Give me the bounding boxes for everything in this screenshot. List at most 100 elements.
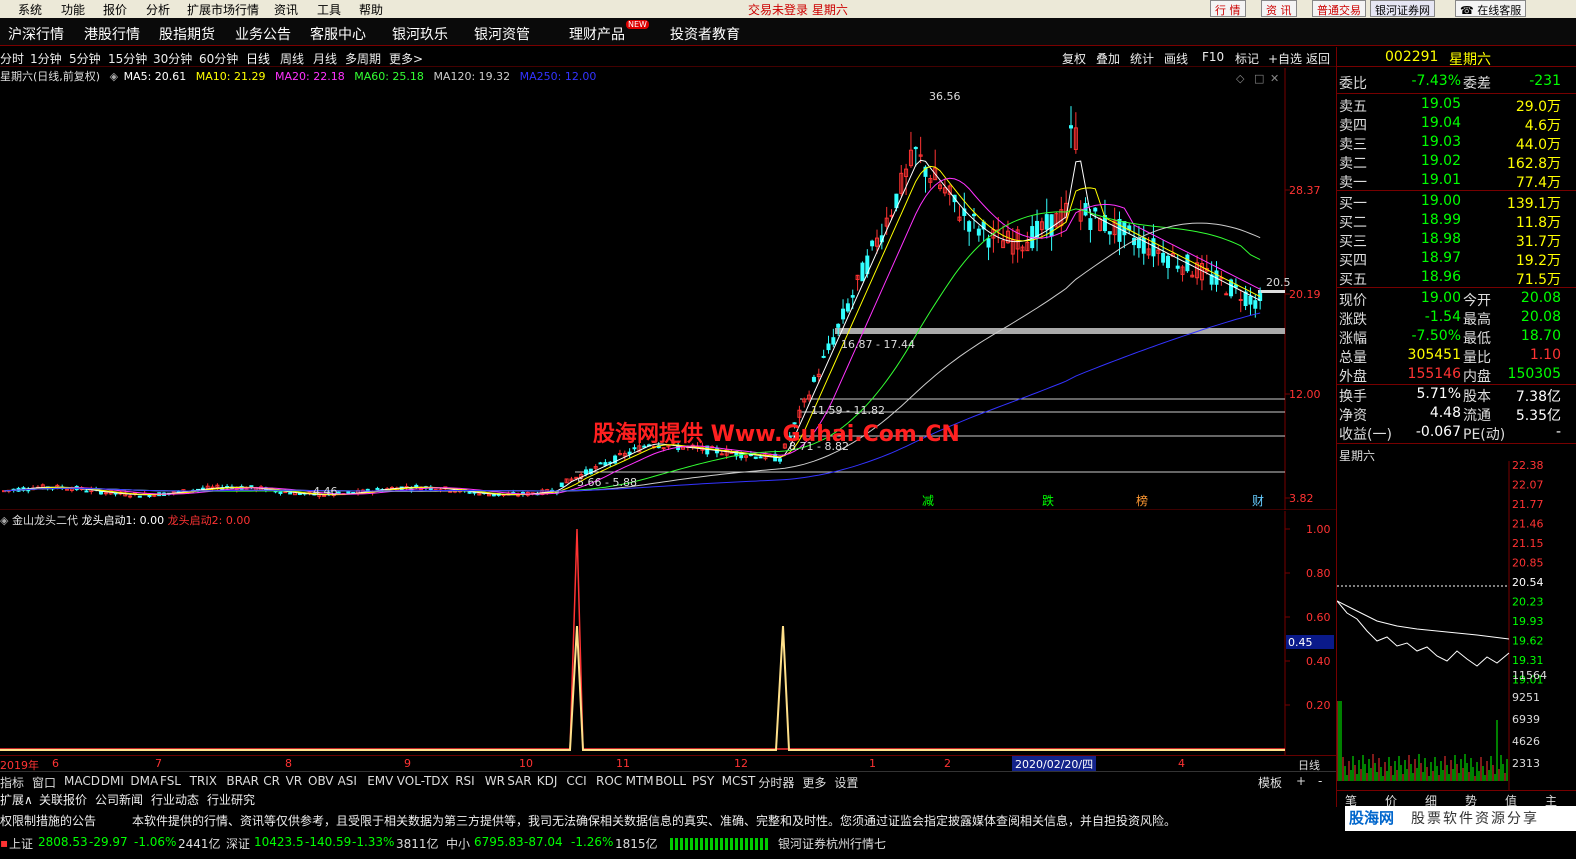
indicator-tab-8[interactable]: CR — [263, 774, 280, 788]
nav-hk[interactable]: 港股行情 — [84, 24, 140, 44]
indicator-tab-15[interactable]: WR — [485, 774, 505, 788]
tool-add-watch[interactable]: +自选 — [1268, 50, 1302, 67]
quote-button[interactable]: 行 情 — [1210, 0, 1246, 17]
tool-f10[interactable]: F10 — [1202, 50, 1224, 64]
indicator-tab-19[interactable]: ROC — [596, 774, 622, 788]
indicator-name[interactable]: 金山龙头二代 — [12, 514, 78, 527]
bid-row[interactable]: 买一 19.00 139.1万 — [1339, 193, 1561, 212]
trade-button[interactable]: 普通交易 — [1312, 0, 1366, 17]
tab-company-news[interactable]: 公司新闻 — [95, 791, 143, 808]
period-1min[interactable]: 1分钟 — [30, 50, 62, 67]
nav-asset-mgmt[interactable]: 银河资管 — [474, 24, 530, 44]
period-intraday[interactable]: 分时 — [0, 50, 24, 67]
tool-mark[interactable]: 标记 — [1235, 50, 1259, 67]
period-60min[interactable]: 60分钟 — [199, 50, 238, 67]
menu-quote[interactable]: 报价 — [103, 1, 127, 18]
stat2-row[interactable]: 净资 4.48 流通 5.35亿 — [1339, 405, 1561, 424]
indicator-tab-6[interactable]: TRIX — [190, 774, 217, 788]
period-multi[interactable]: 多周期 — [345, 50, 381, 67]
broker-site-button[interactable]: 银河证券网 — [1370, 0, 1435, 17]
indicator-tab-24[interactable]: 分时器 — [758, 774, 794, 791]
indicator-tab-11[interactable]: ASI — [338, 774, 357, 788]
menu-system[interactable]: 系统 — [18, 1, 42, 18]
tool-restore-rights[interactable]: 复权 — [1062, 50, 1086, 67]
stat2-row[interactable]: 换手 5.71% 股本 7.38亿 — [1339, 386, 1561, 405]
bid-row[interactable]: 买四 18.97 19.2万 — [1339, 250, 1561, 269]
bid-row[interactable]: 买二 18.99 11.8万 — [1339, 212, 1561, 231]
indicator-tab-21[interactable]: BOLL — [655, 774, 686, 788]
close-icon[interactable]: ✕ — [1270, 72, 1279, 85]
stat2-row[interactable]: 收益(一) -0.067 PE(动) - — [1339, 424, 1561, 443]
settings-gear-icon[interactable]: ◈ — [110, 70, 118, 83]
indicator-tab-2[interactable]: MACD — [64, 774, 100, 788]
indicator-tab-16[interactable]: SAR — [507, 774, 531, 788]
menu-help[interactable]: 帮助 — [359, 1, 383, 18]
stat-row[interactable]: 外盘 155146 内盘 150305 — [1339, 366, 1561, 385]
marker-reduce[interactable]: 减 — [922, 494, 934, 508]
period-monthly[interactable]: 月线 — [313, 50, 337, 67]
stat-row[interactable]: 涨跌 -1.54 最高 20.08 — [1339, 309, 1561, 328]
indicator-tab-7[interactable]: BRAR — [226, 774, 259, 788]
tab-expand[interactable]: 扩展∧ — [0, 791, 33, 808]
tool-overlay[interactable]: 叠加 — [1096, 50, 1120, 67]
ask-row[interactable]: 卖一 19.01 77.4万 — [1339, 172, 1561, 191]
tool-stats[interactable]: 统计 — [1130, 50, 1154, 67]
server-name[interactable]: 银河证券杭州行情七 — [778, 835, 886, 852]
indicator-tab-9[interactable]: VR — [286, 774, 303, 788]
tab-industry-research[interactable]: 行业研究 — [207, 791, 255, 808]
indicator-tab-20[interactable]: MTM — [626, 774, 654, 788]
menu-analysis[interactable]: 分析 — [146, 1, 170, 18]
nav-announcement[interactable]: 业务公告 — [235, 24, 291, 44]
nav-investor-edu[interactable]: 投资者教育 — [670, 24, 740, 44]
nav-shsz[interactable]: 沪深行情 — [8, 24, 64, 44]
period-15min[interactable]: 15分钟 — [108, 50, 147, 67]
indicator-tab-23[interactable]: MCST — [722, 774, 756, 788]
indicator-tab-4[interactable]: DMA — [130, 774, 158, 788]
marker-list[interactable]: 榜 — [1136, 493, 1148, 508]
indicator-tab-25[interactable]: 更多 — [802, 774, 826, 791]
indicator-tab-10[interactable]: OBV — [308, 774, 334, 788]
stat-row[interactable]: 总量 305451 量比 1.10 — [1339, 347, 1561, 366]
news-button[interactable]: 资 讯 — [1261, 0, 1297, 17]
nav-yinhe-jiule[interactable]: 银河玖乐 — [392, 24, 448, 44]
nav-futures[interactable]: 股指期货 — [159, 24, 215, 44]
period-daily[interactable]: 日线 — [246, 50, 270, 67]
indicator-tab-13[interactable]: VOL-TDX — [397, 774, 449, 788]
period-5min[interactable]: 5分钟 — [69, 50, 101, 67]
add-window-button[interactable]: + — [1296, 774, 1306, 788]
indicator-tab-18[interactable]: CCI — [566, 774, 586, 788]
template-button[interactable]: 模板 — [1258, 774, 1282, 791]
sh-index-name[interactable]: 上证 — [9, 835, 33, 852]
period-weekly[interactable]: 周线 — [280, 50, 304, 67]
tool-back[interactable]: 返回 — [1306, 50, 1330, 67]
indicator-tab-3[interactable]: DMI — [101, 774, 124, 788]
menu-extended-market[interactable]: 扩展市场行情 — [187, 1, 259, 18]
nav-service[interactable]: 客服中心 — [310, 24, 366, 44]
zx-index-name[interactable]: 中小 — [446, 835, 470, 852]
indicator-tab-22[interactable]: PSY — [692, 774, 714, 788]
bid-row[interactable]: 买五 18.96 71.5万 — [1339, 269, 1561, 288]
period-30min[interactable]: 30分钟 — [153, 50, 192, 67]
indicator-tab-12[interactable]: EMV — [367, 774, 393, 788]
period-more[interactable]: 更多> — [389, 50, 423, 67]
expand-icon[interactable]: □ — [1254, 72, 1264, 85]
ask-row[interactable]: 卖四 19.04 4.6万 — [1339, 115, 1561, 134]
tab-related-quote[interactable]: 关联报价 — [39, 791, 87, 808]
indicator-tab-0[interactable]: 指标 — [0, 774, 24, 791]
menu-news[interactable]: 资讯 — [274, 1, 298, 18]
online-service-button[interactable]: ☎ 在线客服 — [1455, 0, 1527, 17]
indicator-tab-1[interactable]: 窗口 — [32, 774, 56, 791]
intraday-mini-chart[interactable]: 22.38 22.07 21.77 21.46 21.15 20.85 20.54 20.23… — [1337, 461, 1576, 791]
marker-finance[interactable]: 财 — [1252, 494, 1264, 508]
indicator-chart[interactable]: 1.00 0.80 0.60 0.40 0.20 0.45 — [0, 511, 1336, 755]
menu-tools[interactable]: 工具 — [317, 1, 341, 18]
indicator-tab-14[interactable]: RSI — [455, 774, 475, 788]
tab-industry-news[interactable]: 行业动态 — [151, 791, 199, 808]
nav-wealth[interactable]: 理财产品 — [569, 24, 625, 44]
indicator-tab-17[interactable]: KDJ — [537, 774, 558, 788]
remove-window-button[interactable]: - — [1318, 774, 1322, 788]
indicator-tab-26[interactable]: 设置 — [834, 774, 858, 791]
indicator-icon[interactable]: ◈ — [0, 514, 8, 527]
notice-title[interactable]: 权限制措施的公告 — [0, 812, 96, 829]
menu-function[interactable]: 功能 — [61, 1, 85, 18]
